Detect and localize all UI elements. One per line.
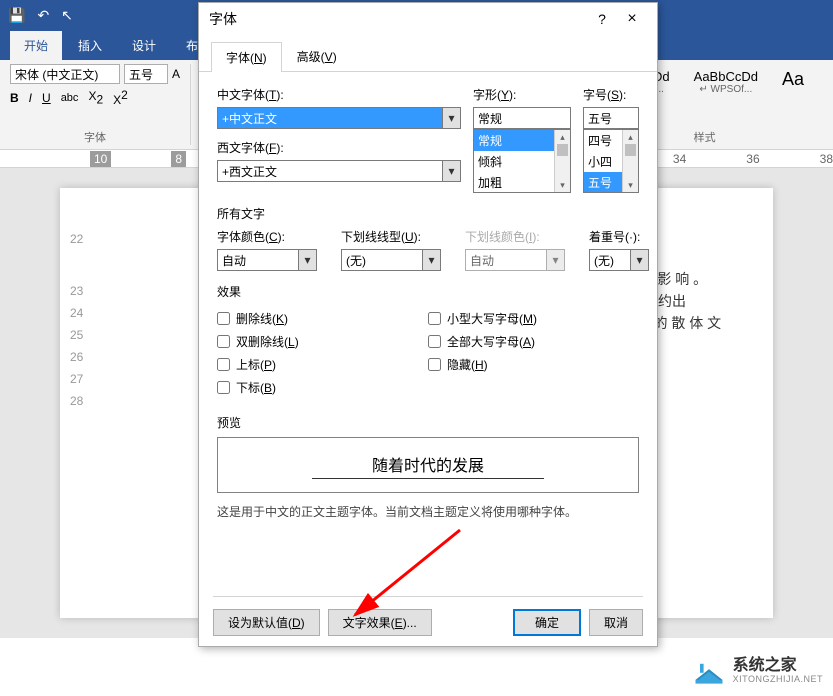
font-color-combo[interactable]: 自动 ▾ (217, 249, 317, 271)
ribbon-group-font: A B I U abc X2 X2 字体 (10, 64, 191, 145)
dialog-tab-advanced[interactable]: 高级(V) (282, 41, 352, 71)
checkbox-smallcaps[interactable]: 小型大写字母(M) (428, 310, 639, 327)
watermark-logo-icon (691, 656, 727, 686)
chevron-down-icon: ▾ (546, 250, 564, 270)
style-item[interactable]: Aa (773, 64, 813, 100)
underline-color-combo: 自动 ▾ (465, 249, 565, 271)
font-name-combo[interactable] (10, 64, 120, 84)
scroll-down-icon[interactable]: ▾ (555, 178, 570, 192)
style-listbox[interactable]: 常规 倾斜 加粗 ▴ ▾ (473, 129, 571, 193)
watermark-text-en: XITONGZHIJIA.NET (733, 674, 823, 684)
dialog-tab-font[interactable]: 字体(N) (211, 42, 282, 72)
scrollbar[interactable]: ▴ ▾ (622, 130, 638, 192)
latin-font-combo[interactable]: ▾ (217, 160, 461, 182)
emphasis-combo[interactable]: (无) ▾ (589, 249, 649, 271)
size-input[interactable] (583, 107, 639, 129)
style-label: 字形(Y): (473, 86, 571, 103)
checkbox-subscript[interactable]: 下标(B) (217, 379, 428, 396)
chevron-down-icon[interactable]: ▾ (422, 250, 440, 270)
all-text-title: 所有文字 (217, 205, 639, 222)
checkbox-strikethrough[interactable]: 删除线(K) (217, 310, 428, 327)
dialog-tabs: 字体(N) 高级(V) (199, 35, 657, 72)
style-item[interactable]: AaBbCcDd ↵ WPSOf... (685, 64, 767, 100)
scrollbar[interactable]: ▴ ▾ (554, 130, 570, 192)
watermark: 系统之家 XITONGZHIJIA.NET (691, 656, 823, 686)
font-size-combo[interactable] (124, 64, 168, 84)
cursor-icon[interactable]: ↖ (61, 7, 73, 24)
set-default-button[interactable]: 设为默认值(D) (213, 609, 320, 636)
cjk-font-label: 中文字体(T): (217, 86, 461, 103)
strike-button[interactable]: abc (61, 92, 79, 104)
dialog-help-button[interactable]: ? (587, 11, 617, 27)
preview-text: 随着时代的发展 (312, 452, 544, 479)
style-input[interactable] (473, 107, 571, 129)
underline-button[interactable]: U (42, 91, 51, 105)
dialog-title: 字体 (209, 9, 587, 29)
checkbox-superscript[interactable]: 上标(P) (217, 356, 428, 373)
checkbox-allcaps[interactable]: 全部大写字母(A) (428, 333, 639, 350)
italic-button[interactable]: I (29, 91, 32, 105)
save-icon[interactable]: 💾 (8, 7, 25, 24)
latin-font-input[interactable] (218, 164, 442, 178)
dialog-titlebar[interactable]: 字体 ? × (199, 3, 657, 35)
chevron-down-icon[interactable]: ▾ (442, 108, 460, 128)
tab-insert[interactable]: 插入 (64, 31, 116, 60)
font-dialog: 字体 ? × 字体(N) 高级(V) 中文字体(T): ▾ 西文字体(F): ▾… (198, 2, 658, 647)
chevron-down-icon[interactable]: ▾ (442, 161, 460, 181)
ok-button[interactable]: 确定 (513, 609, 581, 636)
font-color-label: 字体颜色(C): (217, 228, 317, 245)
underline-style-combo[interactable]: (无) ▾ (341, 249, 441, 271)
underline-color-label: 下划线颜色(I): (465, 228, 565, 245)
cancel-button[interactable]: 取消 (589, 609, 643, 636)
scroll-up-icon[interactable]: ▴ (623, 130, 638, 144)
preview-note: 这是用于中文的正文主题字体。当前文档主题定义将使用哪种字体。 (217, 503, 639, 520)
preview-box: 随着时代的发展 (217, 437, 639, 493)
ribbon-font-label: 字体 (10, 129, 180, 145)
text-effects-button[interactable]: 文字效果(E)... (328, 609, 432, 636)
chevron-down-icon[interactable]: ▾ (630, 250, 648, 270)
bold-button[interactable]: B (10, 91, 19, 105)
undo-icon[interactable]: ↶ (37, 7, 49, 24)
line-numbers: 22 23 24 25 26 27 28 (70, 228, 83, 412)
subscript-button[interactable]: X2 (88, 89, 103, 106)
chevron-down-icon[interactable]: ▾ (298, 250, 316, 270)
size-label: 字号(S): (583, 86, 639, 103)
effects-title: 效果 (217, 283, 639, 300)
cjk-font-input[interactable] (218, 111, 442, 125)
latin-font-label: 西文字体(F): (217, 139, 461, 156)
watermark-text-cn: 系统之家 (733, 658, 823, 674)
cjk-font-combo[interactable]: ▾ (217, 107, 461, 129)
scroll-down-icon[interactable]: ▾ (623, 178, 638, 192)
emphasis-label: 着重号(·): (589, 228, 649, 245)
superscript-button[interactable]: X2 (113, 88, 128, 107)
checkbox-double-strike[interactable]: 双删除线(L) (217, 333, 428, 350)
tab-home[interactable]: 开始 (10, 31, 62, 60)
preview-title: 预览 (217, 414, 639, 431)
scroll-thumb[interactable] (625, 144, 636, 156)
scroll-thumb[interactable] (557, 144, 568, 156)
increase-font-icon[interactable]: A (172, 67, 180, 81)
checkbox-hidden[interactable]: 隐藏(H) (428, 356, 639, 373)
scroll-up-icon[interactable]: ▴ (555, 130, 570, 144)
size-listbox[interactable]: 四号 小四 五号 ▴ ▾ (583, 129, 639, 193)
dialog-close-button[interactable]: × (617, 10, 647, 28)
underline-style-label: 下划线线型(U): (341, 228, 441, 245)
tab-design[interactable]: 设计 (118, 31, 170, 60)
